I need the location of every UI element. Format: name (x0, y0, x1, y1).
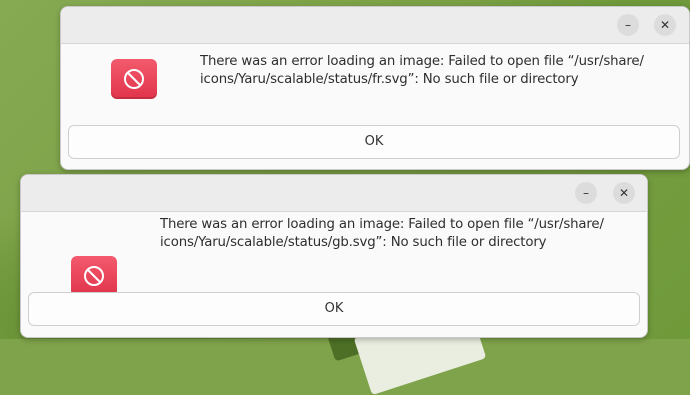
error-message-line: icons/Yaru/scalable/status/gb.svg”: No s… (160, 235, 547, 250)
error-dialog-gb: – ✕ There was an error loading an image:… (20, 174, 648, 338)
error-message: There was an error loading an image: Fai… (200, 53, 644, 89)
minimize-icon[interactable]: – (575, 182, 597, 204)
error-message-line: There was an error loading an image: Fai… (160, 217, 604, 232)
minimize-icon[interactable]: – (617, 14, 639, 36)
close-icon[interactable]: ✕ (654, 14, 676, 36)
ok-button[interactable]: OK (68, 125, 680, 159)
dialog-titlebar: – ✕ (21, 175, 647, 212)
ok-button[interactable]: OK (28, 292, 640, 326)
error-message-line: icons/Yaru/scalable/status/fr.svg”: No s… (200, 72, 579, 87)
error-dialog-fr: – ✕ There was an error loading an image:… (60, 6, 690, 170)
close-icon[interactable]: ✕ (613, 182, 635, 204)
error-message-line: There was an error loading an image: Fai… (200, 54, 644, 69)
error-icon (71, 256, 117, 296)
error-icon (111, 59, 157, 99)
dialog-titlebar: – ✕ (61, 7, 689, 44)
error-message: There was an error loading an image: Fai… (160, 216, 604, 252)
